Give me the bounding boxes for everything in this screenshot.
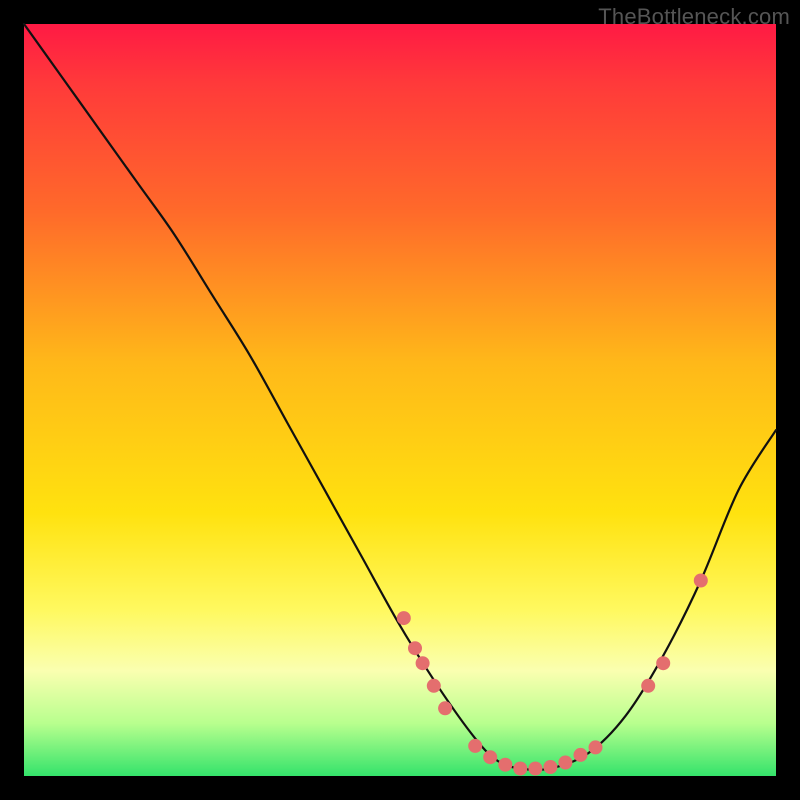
highlight-dot xyxy=(513,762,527,776)
highlight-dot xyxy=(558,756,572,770)
highlight-dot xyxy=(397,611,411,625)
highlight-dot xyxy=(589,740,603,754)
highlight-dot xyxy=(656,656,670,670)
highlight-dot xyxy=(528,762,542,776)
highlight-dot xyxy=(543,760,557,774)
highlight-dot xyxy=(438,701,452,715)
highlight-dot xyxy=(498,758,512,772)
highlight-dot xyxy=(427,679,441,693)
highlight-dot xyxy=(416,656,430,670)
chart-frame: TheBottleneck.com xyxy=(0,0,800,800)
plot-area xyxy=(24,24,776,776)
marker-layer xyxy=(397,574,708,776)
curve-layer xyxy=(24,24,776,776)
highlight-dot xyxy=(483,750,497,764)
highlight-dot xyxy=(574,748,588,762)
highlight-dot xyxy=(641,679,655,693)
highlight-dot xyxy=(468,739,482,753)
highlight-dot xyxy=(408,641,422,655)
highlight-dot xyxy=(694,574,708,588)
watermark-text: TheBottleneck.com xyxy=(598,4,790,30)
